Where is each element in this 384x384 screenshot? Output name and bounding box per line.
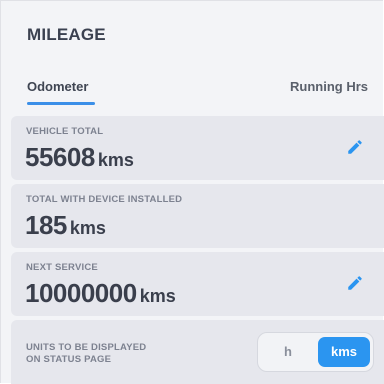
next-service-label: NEXT SERVICE xyxy=(26,262,98,273)
vehicle-total-unit: kms xyxy=(97,150,134,170)
vehicle-total-value: 55608 kms xyxy=(25,142,134,173)
tab-running-hrs[interactable]: Running Hrs xyxy=(290,79,368,94)
units-label: UNITS TO BE DISPLAYED ON STATUS PAGE xyxy=(26,342,146,366)
pencil-icon[interactable] xyxy=(346,138,364,156)
units-option-kms[interactable]: kms xyxy=(318,337,370,367)
page-title: MILEAGE xyxy=(27,25,106,44)
next-service-unit: kms xyxy=(139,286,176,306)
next-service-number: 10000000 xyxy=(25,278,137,308)
device-total-card: TOTAL WITH DEVICE INSTALLED 185 kms xyxy=(11,184,384,248)
vehicle-total-label: VEHICLE TOTAL xyxy=(26,126,104,137)
active-tab-indicator xyxy=(27,102,95,105)
device-total-value: 185 kms xyxy=(25,210,106,241)
units-label-line2: ON STATUS PAGE xyxy=(26,354,112,365)
tab-odometer[interactable]: Odometer xyxy=(27,79,88,94)
next-service-card: NEXT SERVICE 10000000 kms xyxy=(11,252,384,316)
tab-bar: Odometer Running Hrs xyxy=(1,67,384,107)
units-label-line1: UNITS TO BE DISPLAYED xyxy=(26,342,147,353)
units-toggle: h kms xyxy=(257,332,374,372)
units-option-h[interactable]: h xyxy=(262,337,314,367)
units-card: UNITS TO BE DISPLAYED ON STATUS PAGE h k… xyxy=(11,320,384,384)
device-total-unit: kms xyxy=(69,218,106,238)
device-total-label: TOTAL WITH DEVICE INSTALLED xyxy=(26,194,183,205)
vehicle-total-number: 55608 xyxy=(25,142,95,172)
mileage-panel: MILEAGE Odometer Running Hrs VEHICLE TOT… xyxy=(0,0,384,384)
pencil-icon[interactable] xyxy=(346,274,364,292)
vehicle-total-card: VEHICLE TOTAL 55608 kms xyxy=(11,116,384,180)
device-total-number: 185 xyxy=(25,210,67,240)
next-service-value: 10000000 kms xyxy=(25,278,176,309)
